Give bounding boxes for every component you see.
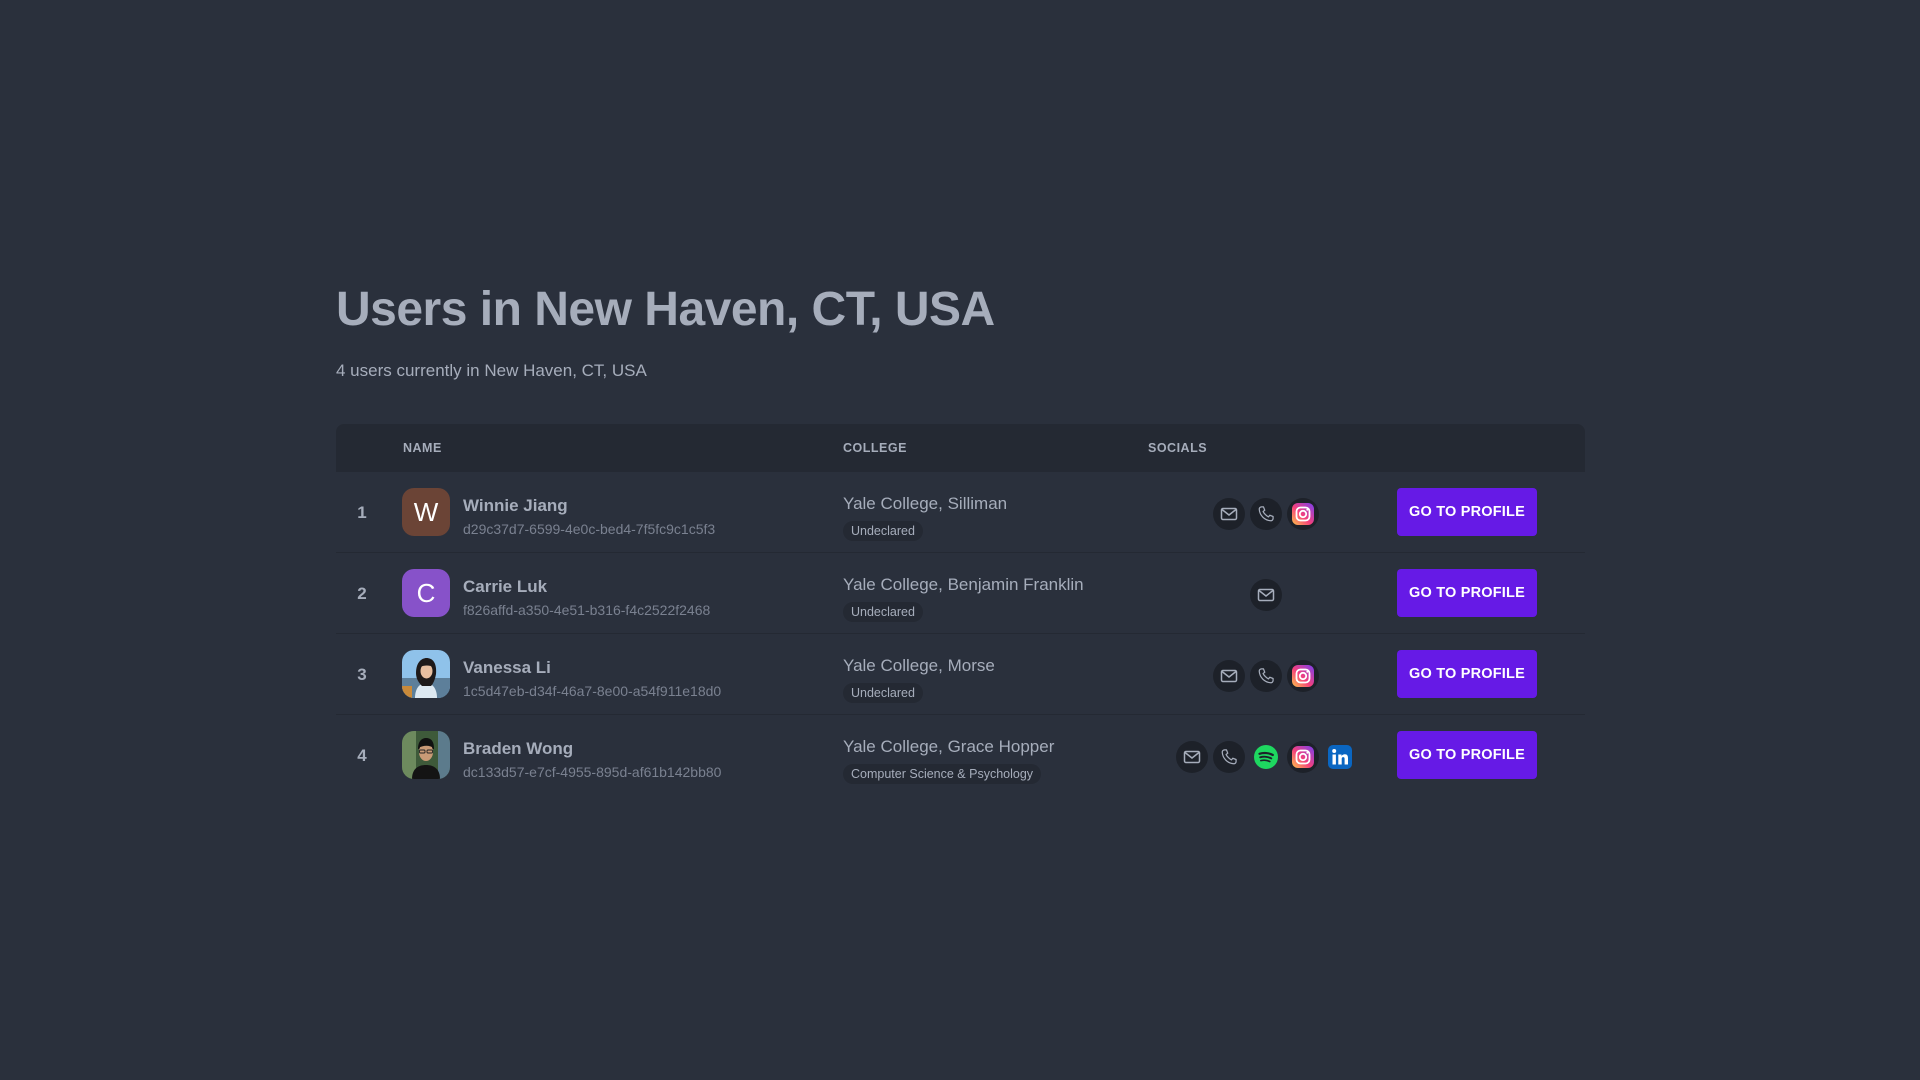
major-badge: Computer Science & Psychology	[843, 764, 1042, 784]
user-college: Yale College, Silliman	[843, 494, 1008, 513]
phone-icon[interactable]	[1213, 741, 1245, 773]
socials-group	[1136, 660, 1396, 692]
phone-icon[interactable]	[1250, 660, 1282, 692]
user-id: 1c5d47eb-d34f-46a7-8e00-a54f911e18d0	[463, 683, 722, 699]
user-name: Winnie Jiang	[463, 496, 568, 515]
avatar-letter: W	[413, 496, 439, 527]
email-icon[interactable]	[1250, 579, 1282, 611]
table-body: 1 W Winnie Jiang d29c37d7-6599-4e0c-bed4-7f…	[336, 472, 1585, 796]
email-icon[interactable]	[1213, 660, 1245, 692]
socials-group	[1136, 498, 1396, 530]
instagram-icon[interactable]	[1287, 660, 1319, 692]
users-table: NAME COLLEGE SOCIALS 1 W Winnie Jiang d29c3…	[336, 424, 1585, 796]
user-id: f826affd-a350-4e51-b316-f4c2522f2468	[463, 602, 711, 618]
go-to-profile-button[interactable]: GO TO PROFILE	[1397, 569, 1537, 617]
instagram-icon[interactable]	[1287, 498, 1319, 530]
user-college: Yale College, Morse	[843, 656, 995, 675]
go-to-profile-button[interactable]: GO TO PROFILE	[1397, 488, 1537, 536]
spotify-icon[interactable]	[1250, 741, 1282, 773]
linkedin-icon[interactable]	[1324, 741, 1356, 773]
avatar: W	[402, 488, 450, 536]
row-index: 3	[357, 665, 367, 684]
user-name: Carrie Luk	[463, 577, 548, 596]
go-to-profile-button[interactable]: GO TO PROFILE	[1397, 650, 1537, 698]
email-icon[interactable]	[1213, 498, 1245, 530]
avatar	[402, 650, 450, 698]
page-subtitle: 4 users currently in New Haven, CT, USA	[336, 361, 647, 380]
table-row: 4 Braden Wong dc133d57-e7cf-4955-895d-af61…	[336, 715, 1585, 796]
avatar: C	[402, 569, 450, 617]
column-header-socials: SOCIALS	[1148, 441, 1208, 455]
phone-icon[interactable]	[1250, 498, 1282, 530]
email-icon[interactable]	[1176, 741, 1208, 773]
major-badge: Undeclared	[843, 521, 923, 541]
socials-group	[1136, 579, 1396, 611]
column-header-college: COLLEGE	[843, 441, 907, 455]
major-badge: Undeclared	[843, 602, 923, 622]
socials-group	[1136, 741, 1396, 773]
avatar	[402, 731, 450, 779]
instagram-icon[interactable]	[1287, 741, 1319, 773]
row-index: 2	[357, 584, 367, 603]
table-row: 2 C Carrie Luk f826affd-a350-4e51-b316-f4c2…	[336, 553, 1585, 634]
table-row: 3 Vanessa Li 1c5d47eb-d34f-46a7-8e00-a54f9…	[336, 634, 1585, 715]
avatar-letter: C	[416, 577, 436, 608]
user-id: d29c37d7-6599-4e0c-bed4-7f5fc9c1c5f3	[463, 521, 716, 537]
major-badge: Undeclared	[843, 683, 923, 703]
go-to-profile-button[interactable]: GO TO PROFILE	[1397, 731, 1537, 779]
table-header: NAME COLLEGE SOCIALS	[336, 424, 1585, 472]
page-title: Users in New Haven, CT, USA	[336, 283, 995, 336]
column-header-name: NAME	[403, 441, 442, 455]
user-id: dc133d57-e7cf-4955-895d-af61b142bb80	[463, 764, 722, 780]
user-name: Vanessa Li	[463, 658, 551, 677]
user-name: Braden Wong	[463, 739, 574, 758]
user-college: Yale College, Grace Hopper	[843, 737, 1055, 756]
table-row: 1 W Winnie Jiang d29c37d7-6599-4e0c-bed4-7f…	[336, 472, 1585, 553]
row-index: 1	[357, 503, 367, 522]
user-college: Yale College, Benjamin Franklin	[843, 575, 1084, 594]
row-index: 4	[357, 746, 367, 765]
